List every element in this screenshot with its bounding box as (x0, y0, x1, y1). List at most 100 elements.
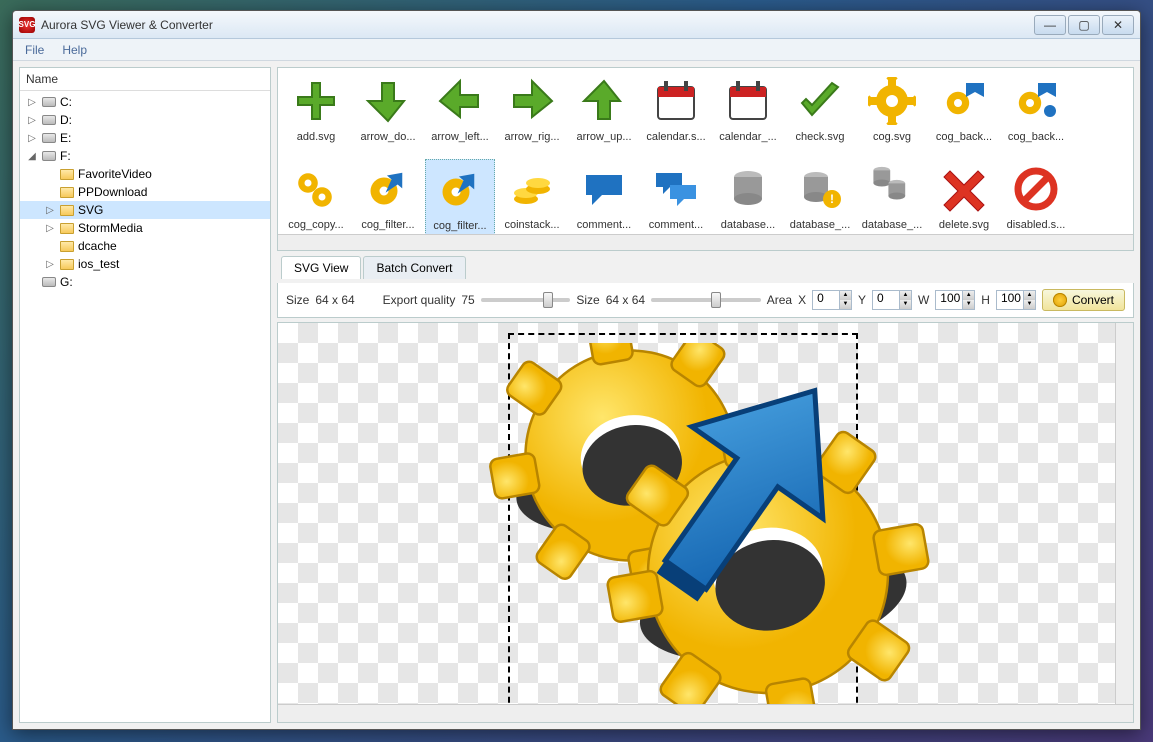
thumbnail-item[interactable]: !database_... (785, 159, 855, 234)
thumbnail-scrollbar[interactable] (278, 234, 1133, 250)
thumbnail-item[interactable]: cog_copy... (281, 159, 351, 234)
thumbnail-item[interactable]: cog_back... (1001, 71, 1071, 157)
maximize-button[interactable]: ▢ (1068, 15, 1100, 35)
thumbnail-label: cog_filter... (353, 219, 423, 231)
area-h-input[interactable]: 100▲▼ (996, 290, 1036, 310)
check-green-icon (790, 71, 850, 131)
thumbnail-item[interactable]: cog.svg (857, 71, 927, 157)
thumbnail-item[interactable]: add.svg (281, 71, 351, 157)
expander-icon[interactable]: ▷ (26, 133, 38, 144)
tree-node-f[interactable]: ◢ F: (20, 147, 270, 165)
tree-label: SVG (78, 203, 103, 217)
thumbnail-label: cog_back... (1001, 131, 1071, 143)
tree-node-d[interactable]: ▷D: (20, 111, 270, 129)
database-multi-icon (862, 159, 922, 219)
thumbnail-item[interactable]: comment... (569, 159, 639, 234)
folder-icon (59, 238, 75, 254)
tree-label: E: (60, 131, 71, 145)
expander-icon[interactable]: ◢ (26, 151, 38, 162)
arrow-up-green-icon (574, 71, 634, 131)
expander-icon[interactable]: ▷ (44, 223, 56, 234)
folder-icon (59, 184, 75, 200)
thumbnail-item[interactable]: cog_back... (929, 71, 999, 157)
menu-file[interactable]: File (17, 41, 52, 59)
thumbnail-label: cog_back... (929, 131, 999, 143)
close-button[interactable]: ✕ (1102, 15, 1134, 35)
drive-icon (41, 130, 57, 146)
thumbnail-item[interactable]: arrow_do... (353, 71, 423, 157)
no-red-icon (1006, 159, 1066, 219)
menubar: File Help (13, 39, 1140, 61)
database-warn-icon: ! (790, 159, 850, 219)
export-quality-value: 75 (461, 293, 474, 307)
tree-node-iostest[interactable]: ▷ios_test (20, 255, 270, 273)
thumbnail-item[interactable]: cog_filter... (353, 159, 423, 234)
thumbnail-item[interactable]: check.svg (785, 71, 855, 157)
thumbnail-item[interactable]: arrow_rig... (497, 71, 567, 157)
thumbnail-label: comment... (641, 219, 711, 231)
thumbnail-item[interactable]: calendar_... (713, 71, 783, 157)
menu-help[interactable]: Help (54, 41, 95, 59)
tree-node-e[interactable]: ▷ E: (20, 129, 270, 147)
preview-vertical-scrollbar[interactable] (1115, 323, 1133, 704)
tree-header: Name (20, 68, 270, 91)
titlebar[interactable]: SVG Aurora SVG Viewer & Converter — ▢ ✕ (13, 11, 1140, 39)
thumbnail-label: comment... (569, 219, 639, 231)
database-icon (718, 159, 778, 219)
tree-label: PPDownload (78, 185, 147, 199)
folder-tree-panel: Name ▷C:▷D:▷E:◢F:FavoriteVideoPPDownload… (19, 67, 271, 723)
thumbnail-label: disabled.s... (1001, 219, 1071, 231)
area-w-input[interactable]: 100▲▼ (935, 290, 975, 310)
thumbnail-item[interactable]: database_... (857, 159, 927, 234)
thumbnail-label: database_... (785, 219, 855, 231)
tab-batch-convert[interactable]: Batch Convert (363, 256, 465, 279)
tree-node-dcache[interactable]: dcache (20, 237, 270, 255)
thumbnail-item[interactable]: delete.svg (929, 159, 999, 234)
tree-label: F: (60, 149, 71, 163)
size-label: Size (286, 293, 309, 307)
thumbnail-item[interactable]: arrow_left... (425, 71, 495, 157)
drive-icon (41, 148, 57, 164)
tree-label: C: (60, 95, 72, 109)
size-slider[interactable] (651, 298, 761, 302)
expander-icon[interactable]: ▷ (26, 115, 38, 126)
thumbnail-item[interactable]: coinstack... (497, 159, 567, 234)
tree-node-g[interactable]: G: (20, 273, 270, 291)
tree-node-c[interactable]: ▷ C: (20, 93, 270, 111)
folder-icon (59, 202, 75, 218)
minimize-button[interactable]: — (1034, 15, 1066, 35)
area-y-input[interactable]: 0▲▼ (872, 290, 912, 310)
quality-slider[interactable] (481, 298, 571, 302)
thumbnail-item[interactable]: database... (713, 159, 783, 234)
tree-node-svg[interactable]: ▷ SVG (20, 201, 270, 219)
area-x-input[interactable]: 0▲▼ (812, 290, 852, 310)
comments-blue-icon (646, 159, 706, 219)
tree-node-favoritevideo[interactable]: FavoriteVideo (20, 165, 270, 183)
preview-canvas[interactable] (278, 323, 1115, 704)
preview-horizontal-scrollbar[interactable] (278, 704, 1133, 722)
tree-node-stormmedia[interactable]: ▷StormMedia (20, 219, 270, 237)
thumbnail-item[interactable]: arrow_up... (569, 71, 639, 157)
folder-icon (59, 166, 75, 182)
thumbnail-item[interactable]: comment... (641, 159, 711, 234)
calendar-icon (718, 71, 778, 131)
expander-icon[interactable]: ▷ (44, 259, 56, 270)
comment-blue-icon (574, 159, 634, 219)
convert-button[interactable]: Convert (1042, 289, 1125, 311)
thumbnail-label: database_... (857, 219, 927, 231)
thumbnail-label: add.svg (281, 131, 351, 143)
thumbnail-label: arrow_do... (353, 131, 423, 143)
preview-panel (277, 322, 1134, 723)
window-title: Aurora SVG Viewer & Converter (41, 18, 1034, 32)
expander-icon[interactable]: ▷ (44, 205, 56, 216)
thumbnail-item[interactable]: disabled.s... (1001, 159, 1071, 234)
tree-node-ppdownload[interactable]: PPDownload (20, 183, 270, 201)
thumbnail-item[interactable]: calendar.s... (641, 71, 711, 157)
folder-tree[interactable]: ▷C:▷D:▷E:◢F:FavoriteVideoPPDownload▷SVG▷… (20, 91, 270, 722)
tab-bar: SVG View Batch Convert (277, 255, 1134, 279)
thumbnail-grid[interactable]: add.svgarrow_do...arrow_left...arrow_rig… (278, 68, 1133, 234)
expander-icon[interactable]: ▷ (26, 97, 38, 108)
tab-svg-view[interactable]: SVG View (281, 256, 361, 279)
folder-icon (59, 220, 75, 236)
thumbnail-item[interactable]: cog_filter... (425, 159, 495, 234)
